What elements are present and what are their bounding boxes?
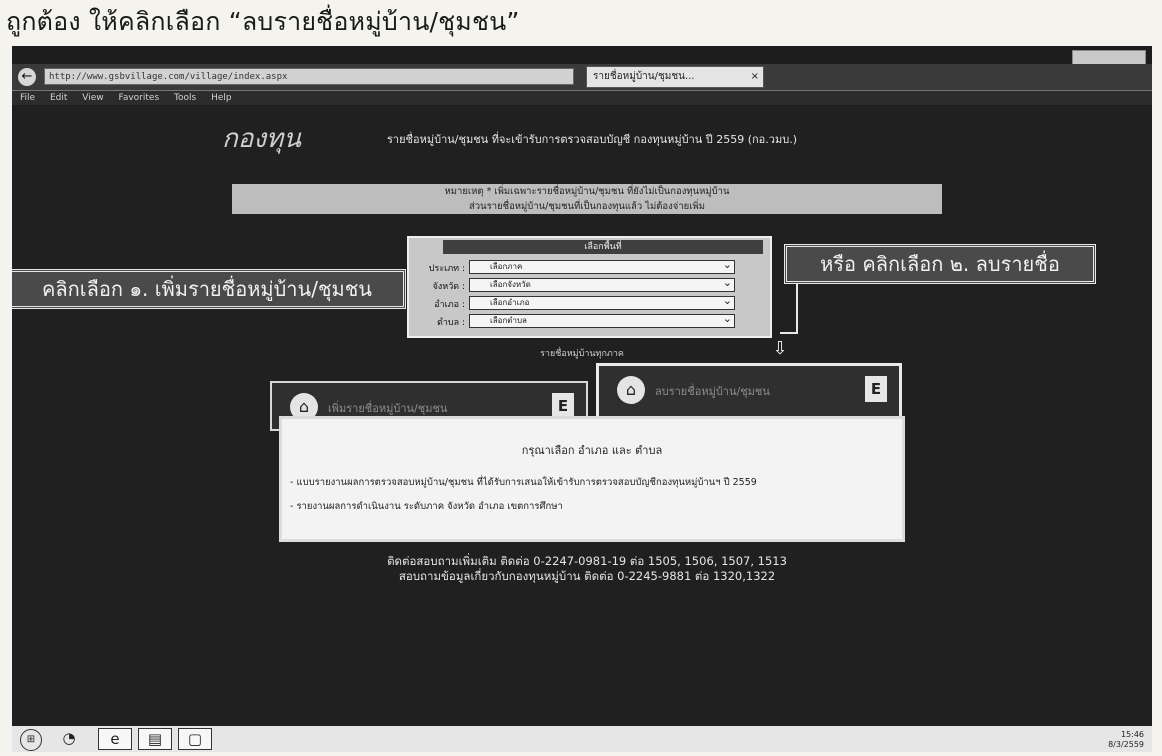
notice-box: หมายเหตุ * เพิ่มเฉพาะรายชื่อหมู่บ้าน/ชุม… — [232, 184, 942, 214]
subdistrict-label: ตำบล : — [436, 318, 465, 328]
screen-photo: ← http://www.gsbvillage.com/village/inde… — [12, 46, 1152, 752]
back-arrow-icon[interactable]: ← — [18, 68, 36, 86]
district-select-value: เลือกอำเภอ — [490, 298, 530, 307]
address-bar[interactable]: http://www.gsbvillage.com/village/index.… — [44, 68, 574, 85]
browser-toolbar: ← http://www.gsbvillage.com/village/inde… — [12, 64, 1152, 91]
window-icon[interactable]: ▢ — [178, 728, 212, 750]
menu-help[interactable]: Help — [211, 93, 232, 103]
browser-tab[interactable]: รายชื่อหมู่บ้าน/ชุมชน... × — [586, 66, 764, 88]
province-select-value: เลือกจังหวัด — [490, 280, 531, 289]
region-select-value: เลือกภาค — [490, 262, 523, 271]
district-row: อำเภอ : เลือกอำเภอ ⌄ — [415, 294, 745, 312]
clock-date: 8/3/2559 — [1108, 740, 1144, 749]
subdistrict-select[interactable]: เลือกตำบล ⌄ — [469, 312, 735, 328]
tab-label: รายชื่อหมู่บ้าน/ชุมชน... — [593, 71, 695, 82]
callout-add: คลิกเลือก ๑. เพิ่มรายชื่อหมู่บ้าน/ชุมชน — [12, 269, 406, 309]
district-select[interactable]: เลือกอำเภอ ⌄ — [469, 294, 735, 310]
subdistrict-row: ตำบล : เลือกตำบล ⌄ — [415, 312, 745, 330]
document-icon: E — [865, 376, 887, 402]
callout-delete: หรือ คลิกเลือก ๒. ลบรายชื่อ — [784, 244, 1096, 284]
report-link-2[interactable]: - รายงานผลการดำเนินงาน ระดับภาค จังหวัด … — [290, 499, 890, 514]
contact-line-2: สอบถามข้อมูลเกี่ยวกับกองทุนหมู่บ้าน ติดต… — [398, 569, 776, 583]
clock-time: 15:46 — [1120, 730, 1144, 739]
menu-tools[interactable]: Tools — [174, 93, 196, 103]
notice-line-2: ส่วนรายชื่อหมู่บ้าน/ชุมชนที่เป็นกองทุนแล… — [469, 201, 705, 212]
chevron-down-icon: ⌄ — [722, 276, 732, 289]
province-select[interactable]: เลือกจังหวัด ⌄ — [469, 276, 735, 292]
province-label: จังหวัด : — [432, 282, 465, 292]
house-icon: ⌂ — [617, 376, 645, 404]
down-arrow-icon: ⇩ — [772, 338, 788, 359]
contact-info: ติดต่อสอบถามเพิ่มเติม ติดต่อ 0-2247-0981… — [212, 554, 962, 584]
menu-view[interactable]: View — [82, 93, 103, 103]
area-select-panel: เลือกพื้นที่ ประเภท : เลือกภาค ⌄ จังหวัด… — [407, 236, 772, 338]
notice-line-1: หมายเหตุ * เพิ่มเฉพาะรายชื่อหมู่บ้าน/ชุม… — [444, 186, 730, 197]
chevron-down-icon: ⌄ — [722, 258, 732, 271]
close-icon[interactable]: × — [751, 67, 759, 87]
region-select[interactable]: เลือกภาค ⌄ — [469, 258, 735, 274]
menu-bar: File Edit View Favorites Tools Help — [12, 91, 1152, 105]
report-link-1[interactable]: - แบบรายงานผลการตรวจสอบหมู่บ้าน/ชุมชน ที… — [290, 475, 890, 490]
region-label: ประเภท : — [428, 264, 465, 274]
delete-village-button[interactable]: ⌂ ลบรายชื่อหมู่บ้าน/ชุมชน E — [596, 363, 902, 423]
district-label: อำเภอ : — [434, 300, 465, 310]
section-banner: รายชื่อหมู่บ้านทุกภาค — [540, 349, 624, 359]
panel-header: เลือกพื้นที่ — [443, 240, 763, 254]
callout-connector-h — [780, 332, 798, 334]
callout-connector — [796, 284, 798, 332]
info-box: กรุณาเลือก อำเภอ และ ตำบล - แบบรายงานผลก… — [279, 416, 905, 542]
chevron-down-icon: ⌄ — [722, 294, 732, 307]
info-title: กรุณาเลือก อำเภอ และ ตำบล — [521, 444, 663, 457]
add-village-label: เพิ่มรายชื่อหมู่บ้าน/ชุมชน — [328, 402, 448, 415]
contact-line-1: ติดต่อสอบถามเพิ่มเติม ติดต่อ 0-2247-0981… — [387, 554, 787, 568]
region-row: ประเภท : เลือกภาค ⌄ — [415, 258, 745, 276]
province-row: จังหวัด : เลือกจังหวัด ⌄ — [415, 276, 745, 294]
taskbar: ⊞ ◔ e ▤ ▢ 15:46 8/3/2559 — [12, 726, 1152, 752]
file-explorer-icon[interactable]: ▤ — [138, 728, 172, 750]
subdistrict-select-value: เลือกตำบล — [490, 316, 527, 325]
internet-explorer-icon[interactable]: e — [98, 728, 132, 750]
instruction-caption: ถูกต้อง ให้คลิกเลือก “ลบรายชื่อหมู่บ้าน/… — [6, 7, 520, 36]
page-title: รายชื่อหมู่บ้าน/ชุมชน ที่จะเข้ารับการตรว… — [387, 133, 797, 146]
taskbar-clock[interactable]: 15:46 8/3/2559 — [1084, 730, 1144, 750]
menu-favorites[interactable]: Favorites — [118, 93, 159, 103]
web-page: กองทุน รายชื่อหมู่บ้าน/ชุมชน ที่จะเข้ารั… — [12, 106, 1152, 726]
start-button-icon[interactable]: ⊞ — [20, 729, 42, 751]
media-player-icon[interactable]: ◔ — [52, 728, 86, 750]
menu-edit[interactable]: Edit — [50, 93, 67, 103]
delete-village-label: ลบรายชื่อหมู่บ้าน/ชุมชน — [655, 385, 770, 398]
menu-file[interactable]: File — [20, 93, 35, 103]
chevron-down-icon: ⌄ — [722, 312, 732, 325]
